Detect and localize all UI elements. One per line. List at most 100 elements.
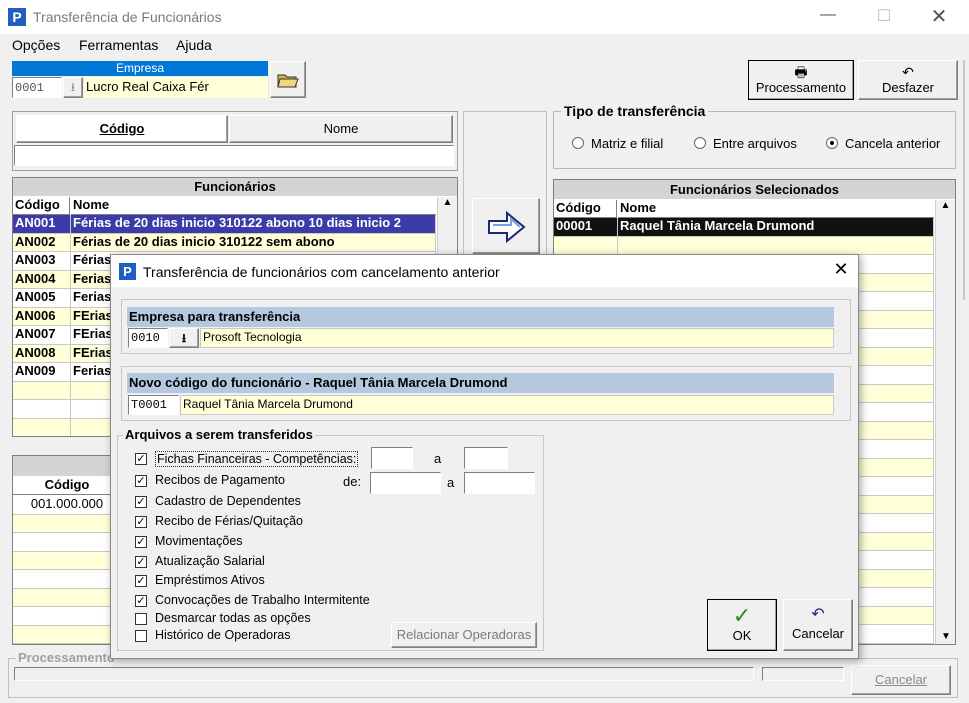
processamento-button[interactable]: 🖶 Processamento	[748, 60, 854, 100]
menu-bar: Opções Ferramentas Ajuda	[0, 34, 969, 56]
lower-table-row[interactable]	[13, 588, 121, 607]
transfer-right-button[interactable]	[472, 198, 540, 254]
radio-cancela-anterior[interactable]	[826, 137, 838, 149]
empresa-lookup-button[interactable]: ⭳	[63, 77, 83, 98]
tab-codigo[interactable]: Código	[16, 115, 228, 143]
lower-table-row[interactable]	[13, 514, 121, 533]
cell-codigo: AN009	[13, 363, 71, 382]
desfazer-button[interactable]: ↶ Desfazer	[858, 60, 958, 100]
selected-row[interactable]	[554, 236, 934, 255]
fichas-to-input[interactable]	[464, 447, 508, 469]
radio-entre-arquivos-label: Entre arquivos	[713, 136, 797, 151]
novo-codigo-name: Raquel Tânia Marcela Drumond	[180, 395, 834, 415]
cell-codigo: AN004	[13, 270, 71, 289]
cell-nome: Férias de 20 dias inicio 310122 sem abon…	[71, 233, 436, 252]
checkbox[interactable]: ✓	[135, 536, 147, 548]
cell-codigo: AN001	[13, 215, 71, 234]
lower-table-row[interactable]	[13, 607, 121, 626]
cell-codigo	[13, 418, 71, 436]
lower-table-row[interactable]	[13, 570, 121, 589]
empresa-name-field: Lucro Real Caixa Fér	[84, 77, 268, 98]
col-codigo: Código	[13, 197, 70, 215]
open-folder-button[interactable]	[270, 61, 306, 98]
checkbox-label: Movimentações	[155, 534, 243, 548]
search-input[interactable]	[14, 145, 454, 166]
empresa-transfer-lookup[interactable]: ⭳	[169, 328, 199, 348]
cell-codigo: AN002	[13, 233, 71, 252]
radio-entre-arquivos[interactable]	[694, 137, 706, 149]
menu-opcoes[interactable]: Opções	[12, 37, 60, 53]
arrow-right-icon	[488, 210, 526, 244]
checkmark-icon: ✓	[732, 603, 752, 628]
dialog-close-icon[interactable]: ✕	[829, 259, 853, 283]
recibos-from-input[interactable]	[370, 472, 441, 494]
lower-table-row[interactable]	[13, 551, 121, 570]
radio-cancela-anterior-label: Cancela anterior	[845, 136, 941, 151]
transfer-dialog: P Transferência de funcionários com canc…	[110, 254, 859, 659]
tab-nome[interactable]: Nome	[229, 115, 453, 143]
checkbox[interactable]: ✓	[135, 475, 147, 487]
checkbox[interactable]	[135, 630, 147, 642]
dialog-title: Transferência de funcionários com cancel…	[143, 264, 500, 280]
checkbox-label: Desmarcar todas as opções	[155, 611, 311, 625]
novo-codigo-input[interactable]: T0001	[128, 395, 179, 415]
radio-matriz-filial[interactable]	[572, 137, 584, 149]
relacionar-operadoras-button[interactable]: Relacionar Operadoras	[391, 622, 537, 648]
checkbox[interactable]: ✓	[135, 516, 147, 528]
ok-button[interactable]: ✓ OK	[707, 599, 777, 651]
checkbox[interactable]: ✓	[135, 595, 147, 607]
checkbox-label: Empréstimos Ativos	[155, 573, 265, 587]
selecionados-scrollbar[interactable]: ▲ ▼	[935, 200, 955, 644]
checkbox[interactable]: ✓	[135, 556, 147, 568]
menu-ajuda[interactable]: Ajuda	[176, 37, 212, 53]
maximize-icon[interactable]: ☐	[870, 6, 898, 28]
checkbox[interactable]: ✓	[135, 453, 147, 465]
cell-codigo: AN007	[13, 326, 71, 345]
sel-scroll-down-icon[interactable]: ▼	[936, 631, 955, 642]
empresa-header: Empresa	[12, 61, 268, 76]
sel-cell-nome	[618, 236, 934, 255]
progress-bar-2	[762, 667, 844, 681]
empresa-transfer-code[interactable]: 0010	[128, 328, 168, 348]
checkbox[interactable]: ✓	[135, 575, 147, 587]
recibos-to-input[interactable]	[464, 472, 535, 494]
sel-scroll-up-icon[interactable]: ▲	[936, 200, 955, 211]
radio-matriz-filial-label: Matriz e filial	[591, 136, 664, 151]
recibos-a-label: a	[447, 475, 455, 490]
selecionados-title: Funcionários Selecionados	[554, 180, 955, 199]
cell-codigo: AN005	[13, 289, 71, 308]
lower-table: Código 001.000.000	[12, 455, 122, 645]
tipo-title: Tipo de transferência	[561, 103, 709, 119]
table-row[interactable]: AN001 Férias de 20 dias inicio 310122 abo…	[13, 215, 436, 234]
scroll-up-icon[interactable]: ▲	[438, 197, 457, 208]
status-cancelar-button[interactable]: Cancelar	[851, 665, 951, 695]
selected-row[interactable]: 00001 Raquel Tânia Marcela Drumond	[554, 218, 934, 237]
close-icon[interactable]: ✕	[925, 4, 953, 28]
cell-codigo: AN008	[13, 344, 71, 363]
window-title: Transferência de Funcionários	[33, 9, 222, 25]
checkbox[interactable]: ✓	[135, 496, 147, 508]
checkbox-label: Histórico de Operadoras	[155, 628, 291, 642]
window-edge	[963, 60, 965, 300]
empresa-transfer-header: Empresa para transferência	[127, 307, 834, 327]
fichas-a-label: a	[434, 451, 442, 466]
minimize-icon[interactable]: —	[814, 6, 842, 28]
dialog-cancelar-button[interactable]: ↶ Cancelar	[783, 599, 853, 651]
app-logo-icon: P	[8, 8, 26, 26]
lower-table-row[interactable]	[13, 625, 121, 644]
cell-codigo	[13, 400, 71, 419]
lower-table-row[interactable]	[13, 533, 121, 552]
empresa-code-field[interactable]: 0001	[12, 77, 62, 98]
sel-cell-codigo: 00001	[554, 218, 618, 237]
table-row[interactable]: AN002 Férias de 20 dias inicio 310122 sem…	[13, 233, 436, 252]
lower-col-codigo: Código	[13, 477, 121, 495]
fichas-from-input[interactable]	[371, 447, 413, 469]
checkbox-label: Cadastro de Dependentes	[155, 494, 301, 508]
novo-codigo-header: Novo código do funcionário - Raquel Tâni…	[127, 373, 834, 393]
dialog-title-bar: P Transferência de funcionários com canc…	[111, 255, 858, 287]
menu-ferramentas[interactable]: Ferramentas	[79, 37, 158, 53]
checkbox[interactable]	[135, 613, 147, 625]
cell-nome: Férias de 20 dias inicio 310122 abono 10…	[71, 215, 436, 234]
lower-table-row[interactable]: 001.000.000	[13, 496, 121, 515]
cell-codigo: AN006	[13, 307, 71, 326]
